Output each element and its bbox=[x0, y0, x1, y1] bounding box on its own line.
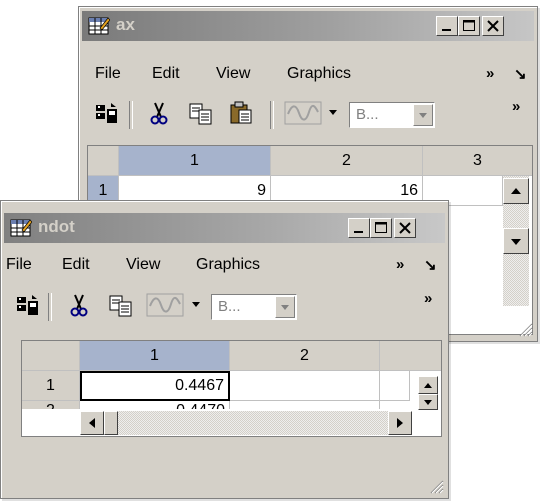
row-clip: 2 0.4470 bbox=[22, 401, 412, 409]
ax-window-title: ax bbox=[116, 15, 135, 34]
ndot-maximize-button[interactable] bbox=[370, 218, 392, 238]
chevron-down-icon bbox=[419, 113, 427, 118]
minimize-icon bbox=[442, 29, 451, 31]
plot-icon[interactable] bbox=[284, 100, 322, 126]
arrow-right-icon bbox=[397, 418, 403, 428]
scroll-left-button[interactable] bbox=[80, 411, 104, 435]
arrow-down-icon bbox=[511, 239, 521, 245]
grid-corner[interactable] bbox=[22, 341, 80, 371]
row-header[interactable]: 2 bbox=[22, 401, 80, 409]
table-cell[interactable] bbox=[230, 401, 380, 409]
horizontal-scrollbar[interactable] bbox=[80, 411, 412, 435]
close-icon bbox=[399, 222, 411, 234]
combo-dropdown-button[interactable] bbox=[275, 296, 295, 318]
variable-editor-icon bbox=[88, 17, 110, 35]
scroll-down-button[interactable] bbox=[503, 228, 529, 254]
chevron-down-icon bbox=[281, 305, 289, 310]
menu-overflow-icon[interactable]: » bbox=[396, 256, 404, 273]
column-header[interactable]: 3 bbox=[423, 146, 532, 176]
ax-maximize-button[interactable] bbox=[458, 16, 480, 36]
base-combo-box[interactable]: B... bbox=[211, 294, 297, 320]
toolbar-separator bbox=[48, 293, 52, 321]
cut-icon[interactable] bbox=[146, 101, 172, 127]
toolbar-more-icon[interactable]: » bbox=[424, 290, 432, 307]
scroll-right-button[interactable] bbox=[388, 411, 412, 435]
ndot-menu-bar: File Edit View Graphics » ↘ bbox=[4, 251, 445, 281]
close-icon bbox=[487, 20, 499, 32]
combo-dropdown-button[interactable] bbox=[413, 104, 433, 126]
menu-graphics[interactable]: Graphics bbox=[196, 256, 260, 274]
menu-view[interactable]: View bbox=[216, 65, 250, 83]
toolbar-more-icon[interactable]: » bbox=[512, 98, 520, 115]
menu-dock-arrow-icon[interactable]: ↘ bbox=[424, 256, 437, 274]
column-header-extra[interactable] bbox=[380, 341, 441, 371]
copy-icon[interactable] bbox=[188, 101, 214, 127]
plot-dropdown-arrow-icon[interactable] bbox=[327, 109, 339, 117]
ax-title-bar[interactable]: ax bbox=[82, 11, 534, 41]
ndot-window-title: ndot bbox=[38, 217, 75, 236]
save-icon[interactable] bbox=[93, 101, 119, 127]
table-cell[interactable]: 0.4467 bbox=[80, 371, 230, 401]
base-combo-text: B... bbox=[218, 298, 241, 315]
ax-menu-bar: File Edit View Graphics » ↘ bbox=[82, 60, 534, 90]
paste-icon[interactable] bbox=[228, 100, 254, 126]
menu-graphics[interactable]: Graphics bbox=[287, 65, 351, 83]
column-header[interactable]: 2 bbox=[230, 341, 380, 371]
table-cell[interactable]: 0.4470 bbox=[80, 401, 230, 409]
column-header[interactable]: 1 bbox=[80, 341, 230, 371]
ndot-window: ndot File Edit View Graphics » ↘ B... » … bbox=[0, 200, 449, 499]
row-header[interactable]: 1 bbox=[22, 371, 80, 401]
base-combo-box[interactable]: B... bbox=[349, 102, 435, 128]
scroll-thumb[interactable] bbox=[104, 411, 118, 435]
resize-grip-icon[interactable] bbox=[519, 323, 533, 337]
scroll-down-button[interactable] bbox=[418, 394, 438, 410]
menu-view[interactable]: View bbox=[126, 256, 160, 274]
maximize-icon bbox=[375, 222, 387, 233]
column-header[interactable]: 1 bbox=[119, 146, 271, 176]
copy-icon[interactable] bbox=[108, 293, 134, 319]
ax-close-button[interactable] bbox=[482, 16, 504, 36]
variable-editor-icon bbox=[10, 219, 32, 237]
arrow-down-icon bbox=[424, 400, 432, 405]
plot-dropdown-arrow-icon[interactable] bbox=[190, 301, 202, 309]
menu-file[interactable]: File bbox=[6, 256, 32, 274]
table-cell[interactable] bbox=[230, 371, 380, 401]
menu-edit[interactable]: Edit bbox=[62, 256, 90, 274]
ax-toolbar: B... » bbox=[82, 95, 534, 137]
base-combo-text: B... bbox=[356, 106, 379, 123]
maximize-icon bbox=[463, 20, 475, 31]
menu-dock-arrow-icon[interactable]: ↘ bbox=[514, 65, 527, 83]
resize-grip-icon[interactable] bbox=[430, 480, 444, 494]
ndot-title-bar[interactable]: ndot bbox=[4, 213, 445, 243]
ndot-spreadsheet: 1 2 1 0.4467 2 0.4470 bbox=[21, 340, 442, 437]
toolbar-separator bbox=[270, 101, 274, 129]
ndot-close-button[interactable] bbox=[394, 218, 416, 238]
arrow-up-icon bbox=[424, 383, 432, 388]
plot-icon[interactable] bbox=[146, 292, 184, 318]
ax-minimize-button[interactable] bbox=[436, 16, 458, 36]
menu-edit[interactable]: Edit bbox=[152, 65, 180, 83]
table-cell[interactable] bbox=[380, 371, 410, 401]
ndot-toolbar: B... » bbox=[4, 287, 445, 329]
grid-corner[interactable] bbox=[88, 146, 119, 176]
column-header[interactable]: 2 bbox=[271, 146, 423, 176]
menu-file[interactable]: File bbox=[95, 65, 121, 83]
toolbar-separator bbox=[129, 101, 133, 129]
scroll-up-button[interactable] bbox=[503, 178, 529, 204]
cut-icon[interactable] bbox=[66, 293, 92, 319]
arrow-left-icon bbox=[89, 418, 95, 428]
menu-overflow-icon[interactable]: » bbox=[486, 65, 494, 82]
ndot-minimize-button[interactable] bbox=[348, 218, 370, 238]
save-icon[interactable] bbox=[14, 293, 40, 319]
minimize-icon bbox=[354, 231, 363, 233]
arrow-up-icon bbox=[511, 188, 521, 194]
scroll-up-button[interactable] bbox=[418, 376, 438, 394]
